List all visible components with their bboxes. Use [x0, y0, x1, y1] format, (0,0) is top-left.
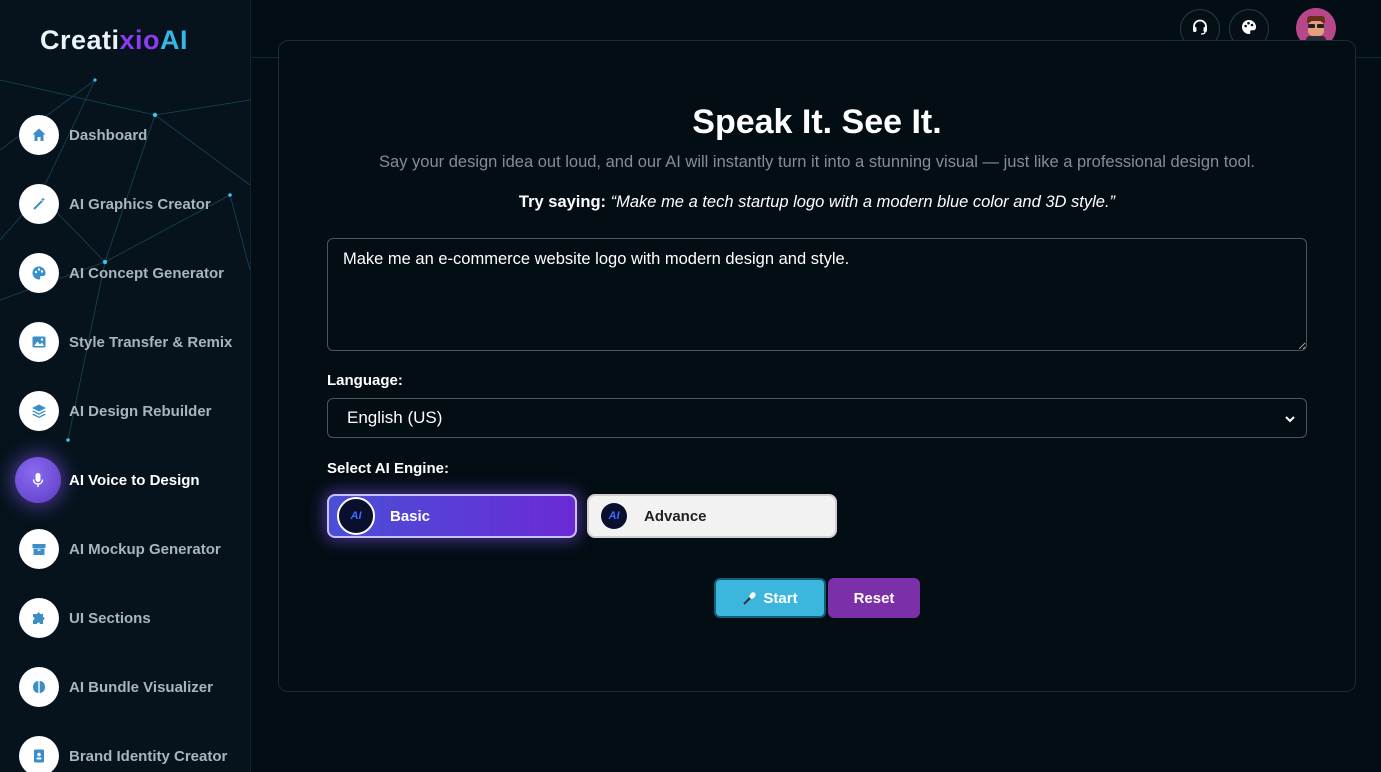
microphone-icon [742, 591, 757, 606]
sidebar: Creati xio AI Dashboard AI Graphics Creato… [0, 0, 251, 772]
prompt-textarea[interactable]: Make me an e-commerce website logo with … [327, 238, 1307, 351]
box-icon [19, 529, 59, 569]
headset-icon [1191, 18, 1209, 41]
sidebar-item-label: UI Sections [69, 609, 151, 627]
palette-icon [1240, 18, 1258, 41]
start-button[interactable]: Start [714, 578, 826, 618]
language-selected-value: English (US) [347, 408, 443, 427]
image-icon [19, 322, 59, 362]
ai-engine-icon: AI [337, 497, 375, 535]
app-logo[interactable]: Creati xio AI [40, 22, 188, 58]
page-subtitle: Say your design idea out loud, and our A… [379, 153, 1255, 171]
sidebar-item-label: Style Transfer & Remix [69, 333, 233, 351]
sidebar-item-ai-graphics-creator[interactable]: AI Graphics Creator [19, 184, 249, 224]
sidebar-item-ai-concept-generator[interactable]: AI Concept Generator [19, 253, 249, 293]
sidebar-item-ai-bundle-visualizer[interactable]: AI Bundle Visualizer [19, 667, 249, 707]
logo-text-accent: xio [119, 24, 161, 55]
sidebar-item-label: AI Bundle Visualizer [69, 678, 213, 696]
logo-text: Creati [40, 24, 120, 55]
sidebar-item-label: AI Design Rebuilder [69, 402, 212, 420]
sidebar-item-label: AI Voice to Design [69, 471, 200, 489]
chevron-down-icon [1284, 411, 1296, 431]
microphone-icon [15, 457, 61, 503]
sidebar-item-style-transfer[interactable]: Style Transfer & Remix [19, 322, 249, 362]
engine-option-label: Basic [390, 507, 431, 525]
sidebar-item-brand-identity-creator[interactable]: Brand Identity Creator [19, 736, 249, 772]
reset-button-label: Reset [853, 589, 895, 607]
sidebar-item-ui-sections[interactable]: UI Sections [19, 598, 249, 638]
id-badge-icon [19, 736, 59, 772]
try-saying-example: “Make me a tech startup logo with a mode… [610, 193, 1116, 211]
reset-button[interactable]: Reset [828, 578, 920, 618]
sidebar-item-ai-mockup-generator[interactable]: AI Mockup Generator [19, 529, 249, 569]
engine-option-basic[interactable]: AI Basic [327, 494, 577, 538]
engine-label: Select AI Engine: [327, 460, 449, 477]
sidebar-item-dashboard[interactable]: Dashboard [19, 115, 249, 155]
ai-engine-icon: AI [601, 503, 627, 529]
voice-to-design-card: Speak It. See It. Say your design idea o… [278, 40, 1356, 692]
page-title: Speak It. See It. [692, 103, 942, 141]
try-saying-hint: Try saying: “Make me a tech startup logo… [279, 193, 1355, 212]
sidebar-item-ai-design-rebuilder[interactable]: AI Design Rebuilder [19, 391, 249, 431]
home-icon [19, 115, 59, 155]
layers-icon [19, 391, 59, 431]
sidebar-item-label: AI Graphics Creator [69, 195, 211, 213]
language-select[interactable]: English (US) [327, 398, 1307, 438]
sidebar-item-ai-voice-to-design[interactable]: AI Voice to Design [15, 457, 249, 503]
sidebar-item-label: AI Mockup Generator [69, 540, 221, 558]
engine-option-advance[interactable]: AI Advance [587, 494, 837, 538]
engine-option-label: Advance [644, 507, 707, 525]
sidebar-item-label: Brand Identity Creator [69, 747, 228, 765]
start-button-label: Start [763, 589, 798, 607]
sidebar-item-label: AI Concept Generator [69, 264, 225, 282]
palette-icon [19, 253, 59, 293]
language-label: Language: [327, 372, 403, 389]
try-saying-label: Try saying: [518, 193, 607, 211]
magic-wand-icon [19, 184, 59, 224]
brain-icon [19, 667, 59, 707]
logo-text-ai: AI [160, 24, 189, 55]
sidebar-item-label: Dashboard [69, 126, 148, 144]
puzzle-icon [19, 598, 59, 638]
